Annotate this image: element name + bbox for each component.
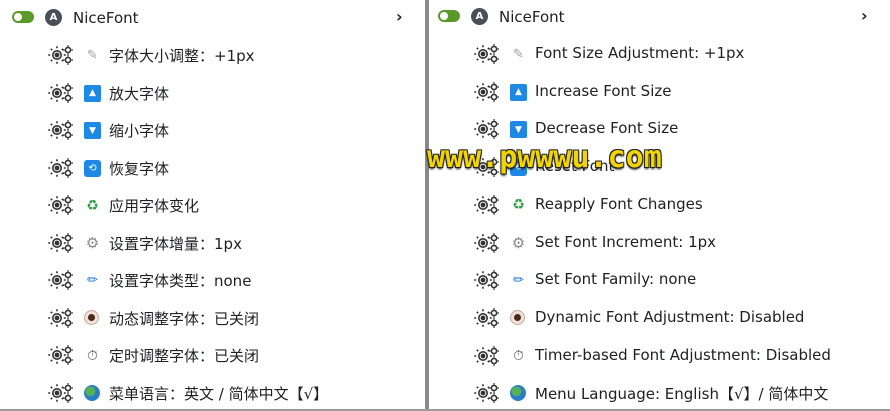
settings-gears-icon bbox=[48, 382, 74, 404]
pencil-icon: ✎ bbox=[87, 48, 98, 63]
menu-item[interactable]: ✏ Set Font Family: none bbox=[429, 262, 890, 299]
enable-toggle[interactable] bbox=[438, 10, 460, 22]
settings-gears-icon bbox=[48, 44, 74, 66]
arrow-up-icon: ▲ bbox=[510, 83, 527, 101]
menu-item[interactable]: ⏱ Timer-based Font Adjustment: Disabled bbox=[429, 338, 890, 375]
settings-gears-icon bbox=[474, 194, 500, 216]
menu-item[interactable]: Dynamic Font Adjustment: Disabled bbox=[429, 300, 890, 337]
settings-gears-icon bbox=[474, 382, 500, 404]
arrow-up-icon: ▲ bbox=[84, 84, 101, 102]
menu-item[interactable]: ⟲ 恢复字体 bbox=[0, 150, 425, 187]
app-title: NiceFont bbox=[73, 9, 139, 27]
settings-gears-icon bbox=[48, 157, 74, 179]
menu-item[interactable]: ✎ Font Size Adjustment: +1px bbox=[429, 36, 890, 73]
settings-gears-icon bbox=[48, 232, 74, 254]
menu-panel-chinese: A NiceFont › ✎ 字体大小调整：+1px ▲ 放大字体 ▼ 缩小字体 ⟲ 恢复字体… bbox=[0, 0, 425, 411]
menu-item-label: 放大字体 bbox=[109, 84, 170, 103]
settings-gears-icon bbox=[474, 118, 500, 140]
reset-icon: ⟲ bbox=[84, 159, 101, 177]
settings-gears-icon bbox=[48, 344, 74, 366]
arrow-down-icon: ▼ bbox=[84, 122, 101, 139]
menu-item-label: Timer-based Font Adjustment: Disabled bbox=[535, 345, 831, 364]
recycle-icon: ♻ bbox=[86, 197, 99, 214]
menu-item-label: 菜单语言：英文 / 简体中文【√】 bbox=[109, 384, 329, 403]
timer-icon: ⏱ bbox=[513, 348, 524, 365]
menu-item-label: 定时调整字体：已关闭 bbox=[109, 347, 260, 365]
timer-icon: ⏱ bbox=[87, 347, 98, 364]
settings-gears-icon bbox=[474, 81, 500, 103]
recycle-icon: ♻ bbox=[512, 197, 525, 214]
settings-gears-icon bbox=[48, 119, 74, 141]
menu-item-label: Dynamic Font Adjustment: Disabled bbox=[535, 307, 805, 326]
cog-icon: ⚙ bbox=[511, 234, 526, 252]
settings-gears-icon bbox=[474, 269, 500, 291]
pencil-icon: ✎ bbox=[513, 47, 524, 62]
menu-item[interactable]: ⚙ Set Font Increment: 1px bbox=[429, 225, 890, 262]
app-title: NiceFont bbox=[499, 8, 565, 26]
menu-item[interactable]: ✏ 设置字体类型：none bbox=[0, 262, 425, 299]
settings-gears-icon bbox=[474, 43, 500, 65]
settings-gears-icon bbox=[474, 232, 500, 254]
menu-header[interactable]: A NiceFont › bbox=[0, 0, 425, 36]
settings-gears-icon bbox=[474, 345, 500, 367]
arrow-down-icon: ▼ bbox=[510, 121, 527, 139]
menu-item-label: 设置字体增量：1px bbox=[109, 234, 242, 253]
brush-icon: ✏ bbox=[513, 273, 524, 289]
settings-gears-icon bbox=[48, 269, 74, 291]
menu-item[interactable]: ⚙ 设置字体增量：1px bbox=[0, 225, 425, 262]
nicefont-app-icon: A bbox=[45, 9, 62, 26]
settings-gears-icon bbox=[48, 82, 74, 104]
menu-item-label: Set Font Family: none bbox=[535, 270, 697, 289]
menu-item-label: Menu Language: English【√】/ 简体中文 bbox=[535, 385, 829, 404]
menu-item-label: 缩小字体 bbox=[109, 122, 170, 140]
enable-toggle[interactable] bbox=[12, 11, 34, 23]
menu-item[interactable]: ⏱ 定时调整字体：已关闭 bbox=[0, 337, 425, 374]
eye-icon bbox=[84, 309, 99, 325]
menu-item[interactable]: ♻ 应用字体变化 bbox=[0, 187, 425, 224]
menu-item[interactable]: Menu Language: English【√】/ 简体中文 bbox=[429, 375, 890, 411]
chevron-right-icon[interactable]: › bbox=[861, 6, 868, 25]
globe-icon bbox=[84, 384, 100, 401]
cog-icon: ⚙ bbox=[85, 234, 100, 252]
menu-item-label: 字体大小调整：+1px bbox=[109, 47, 255, 65]
menu-header[interactable]: A NiceFont › bbox=[429, 0, 890, 36]
brush-icon: ✏ bbox=[87, 273, 98, 288]
menu-item-label: 应用字体变化 bbox=[109, 197, 200, 215]
menu-item[interactable]: ▲ 放大字体 bbox=[0, 75, 425, 112]
menu-item-label: 动态调整字体：已关闭 bbox=[109, 309, 260, 328]
menu-item[interactable]: ✎ 字体大小调整：+1px bbox=[0, 37, 425, 74]
menu-item-label: Decrease Font Size bbox=[535, 119, 679, 138]
menu-item-label: Increase Font Size bbox=[535, 81, 672, 100]
menu-item-label: 设置字体类型：none bbox=[109, 272, 252, 290]
menu-item[interactable]: 动态调整字体：已关闭 bbox=[0, 300, 425, 337]
settings-gears-icon bbox=[474, 307, 500, 329]
menu-panel-english: A NiceFont › ✎ Font Size Adjustment: +1px… bbox=[429, 0, 890, 411]
menu-item[interactable]: 菜单语言：英文 / 简体中文【√】 bbox=[0, 375, 425, 411]
menu-item-label: 恢复字体 bbox=[109, 159, 170, 178]
eye-icon bbox=[510, 309, 525, 325]
menu-item-label: Reapply Font Changes bbox=[535, 194, 703, 213]
menu-item[interactable]: ▼ 缩小字体 bbox=[0, 112, 425, 149]
settings-gears-icon bbox=[48, 307, 74, 329]
settings-gears-icon bbox=[48, 194, 74, 216]
menu-item-label: Font Size Adjustment: +1px bbox=[535, 44, 745, 62]
watermark-text: www.pwwwu.com bbox=[427, 140, 662, 175]
nicefont-app-icon: A bbox=[471, 8, 488, 25]
menu-item[interactable]: ♻ Reapply Font Changes bbox=[429, 187, 890, 224]
menu-item[interactable]: ▲ Increase Font Size bbox=[429, 74, 890, 111]
chevron-right-icon[interactable]: › bbox=[396, 7, 403, 26]
menu-item-label: Set Font Increment: 1px bbox=[535, 232, 717, 251]
globe-icon bbox=[510, 385, 526, 402]
